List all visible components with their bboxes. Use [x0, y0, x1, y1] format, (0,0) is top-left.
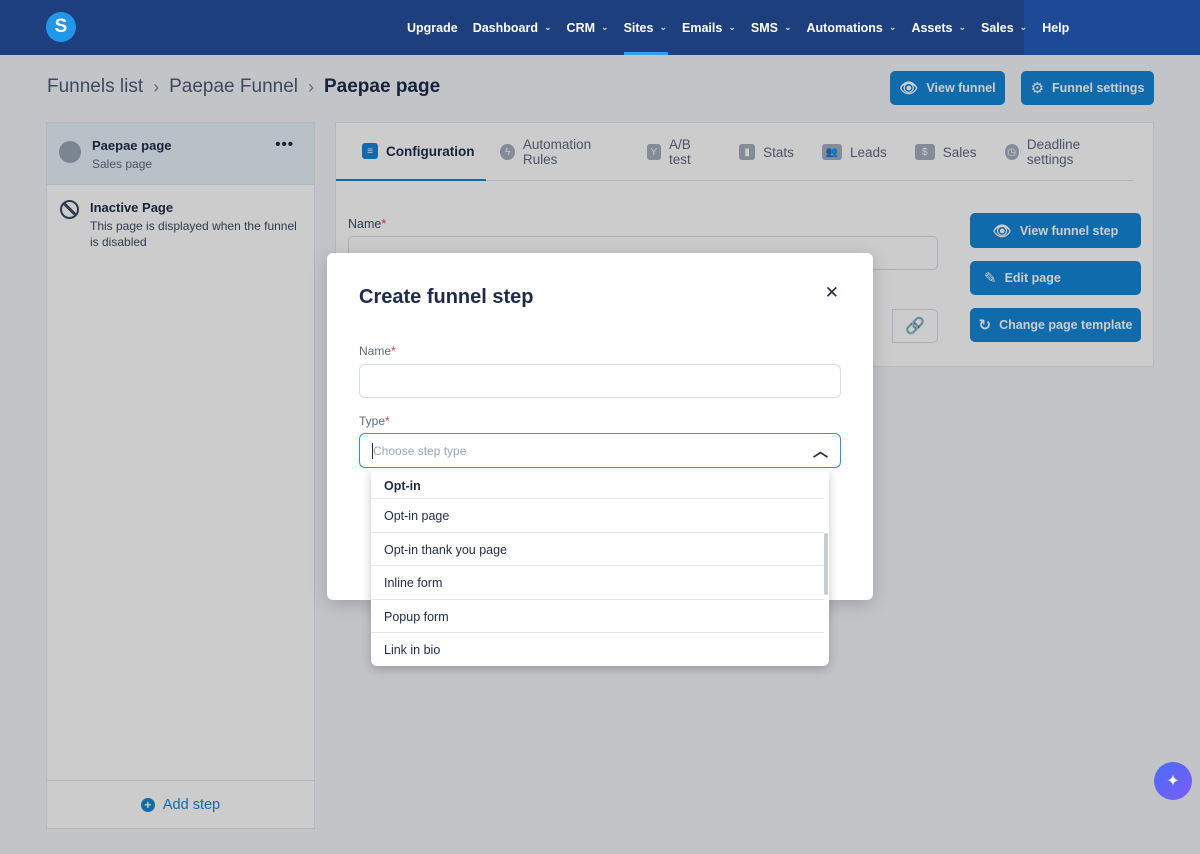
nav-sales[interactable]: Sales ⌄ [981, 0, 1036, 55]
nav-automations-label: Automations [806, 20, 883, 35]
required-marker: * [385, 414, 390, 428]
dropdown-scrollbar[interactable] [824, 533, 828, 595]
modal-title: Create funnel step [359, 286, 534, 308]
nav-crm[interactable]: CRM ⌄ [567, 0, 618, 55]
modal-name-label-text: Name [359, 344, 392, 358]
option-link-in-bio[interactable]: Link in bio [371, 633, 824, 666]
chevron-down-icon: ⌄ [659, 22, 667, 32]
required-marker: * [391, 344, 396, 358]
nav-dashboard-label: Dashboard [472, 20, 538, 35]
option-opt-in-page[interactable]: Opt-in page [371, 499, 824, 533]
chevron-down-icon: ⌄ [544, 22, 552, 32]
nav-assets[interactable]: Assets ⌄ [911, 0, 975, 55]
nav-sales-label: Sales [980, 20, 1014, 35]
modal-type-label-text: Type [359, 414, 386, 428]
nav-help-label: Help [1042, 20, 1070, 35]
option-group-opt-in: Opt-in [371, 470, 824, 499]
step-type-dropdown: Opt-in Opt-in page Opt-in thank you page… [371, 470, 829, 666]
chevron-down-icon: ⌄ [958, 22, 966, 32]
modal-name-label: Name* [359, 344, 396, 358]
chevron-down-icon: ⌄ [1019, 22, 1028, 32]
option-inline-form[interactable]: Inline form [371, 566, 824, 600]
chevron-down-icon: ⌄ [601, 22, 609, 32]
main-menu: Upgrade Dashboard ⌄ CRM ⌄ Sites ⌄ Emails ⌄ S… [407, 0, 1084, 55]
nav-dashboard[interactable]: Dashboard ⌄ [473, 0, 561, 55]
option-popup-form[interactable]: Popup form [371, 600, 824, 633]
nav-automations[interactable]: Automations ⌄ [807, 0, 906, 55]
nav-upgrade-label: Upgrade [407, 20, 458, 35]
nav-assets-label: Assets [911, 20, 953, 35]
ai-assistant-sparkle-icon[interactable]: ✦ [1154, 762, 1192, 800]
nav-sms-label: SMS [750, 20, 778, 35]
nav-help[interactable]: Help [1042, 0, 1078, 55]
chevron-down-icon: ⌄ [888, 22, 897, 32]
modal-type-label: Type* [359, 414, 390, 428]
chevron-up-icon[interactable]: ︿ [813, 440, 828, 461]
nav-crm-label: CRM [566, 20, 596, 35]
nav-sites[interactable]: Sites ⌄ [623, 0, 676, 55]
chevron-down-icon: ⌄ [783, 22, 792, 32]
step-type-select[interactable]: Choose step type ︿ [359, 433, 841, 468]
nav-sms[interactable]: SMS ⌄ [751, 0, 801, 55]
step-type-placeholder: Choose step type [373, 444, 467, 458]
nav-emails[interactable]: Emails ⌄ [682, 0, 745, 55]
top-navigation: S Upgrade Dashboard ⌄ CRM ⌄ Sites ⌄ Emails ⌄… [0, 0, 1200, 55]
modal-name-input[interactable] [359, 364, 841, 398]
chevron-down-icon: ⌄ [728, 22, 736, 32]
option-opt-in-thank-you-page[interactable]: Opt-in thank you page [371, 533, 824, 566]
nav-upgrade[interactable]: Upgrade [407, 0, 467, 55]
nav-emails-label: Emails [682, 20, 723, 35]
app-logo[interactable]: S [46, 12, 76, 42]
nav-sites-label: Sites [623, 20, 654, 35]
close-icon[interactable]: ✕ [825, 283, 839, 303]
